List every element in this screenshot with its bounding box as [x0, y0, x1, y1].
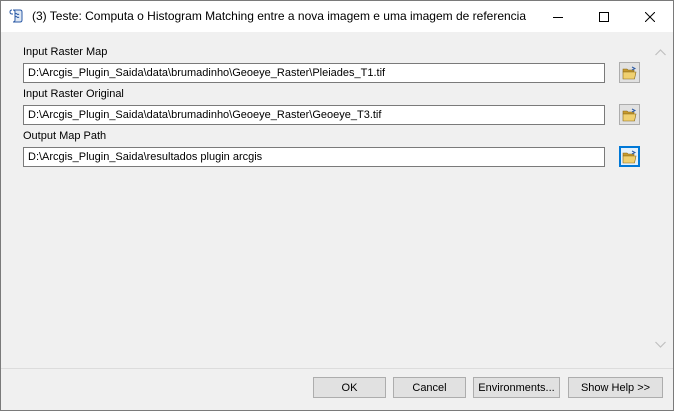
field-label-input-raster-map: Input Raster Map	[23, 46, 108, 58]
open-folder-icon	[622, 66, 636, 79]
field-label-output-map-path: Output Map Path	[23, 130, 107, 142]
output-map-path-field[interactable]	[23, 147, 605, 167]
parameters-panel: Input Raster Map Input Raster Original O…	[1, 32, 673, 368]
maximize-button[interactable]	[581, 1, 627, 32]
close-button[interactable]	[627, 1, 673, 32]
dialog-footer: OK Cancel Environments... Show Help >>	[1, 369, 673, 410]
browse-input-raster-map-button[interactable]	[619, 62, 640, 83]
input-raster-original-field[interactable]	[23, 105, 605, 125]
title-bar[interactable]: (3) Teste: Computa o Histogram Matching …	[1, 1, 673, 32]
minimize-icon	[553, 16, 563, 18]
show-help-button[interactable]: Show Help >>	[568, 377, 663, 398]
scroll-down-button[interactable]	[652, 336, 669, 353]
cancel-button[interactable]: Cancel	[393, 377, 466, 398]
script-tool-icon	[9, 8, 25, 24]
minimize-button[interactable]	[535, 1, 581, 32]
chevron-up-icon	[655, 49, 666, 56]
open-folder-icon	[622, 108, 636, 121]
browse-input-raster-original-button[interactable]	[619, 104, 640, 125]
browse-output-map-path-button[interactable]	[619, 146, 640, 167]
vertical-scrollbar[interactable]	[652, 44, 669, 362]
input-raster-map-field[interactable]	[23, 63, 605, 83]
tool-dialog-window: (3) Teste: Computa o Histogram Matching …	[0, 0, 674, 411]
ok-button[interactable]: OK	[313, 377, 386, 398]
close-icon	[645, 11, 655, 22]
open-folder-icon	[622, 150, 636, 163]
field-label-input-raster-original: Input Raster Original	[23, 88, 124, 100]
environments-button[interactable]: Environments...	[473, 377, 560, 398]
window-title: (3) Teste: Computa o Histogram Matching …	[32, 9, 527, 23]
maximize-icon	[599, 11, 609, 22]
chevron-down-icon	[655, 341, 666, 348]
scroll-up-button[interactable]	[652, 44, 669, 61]
